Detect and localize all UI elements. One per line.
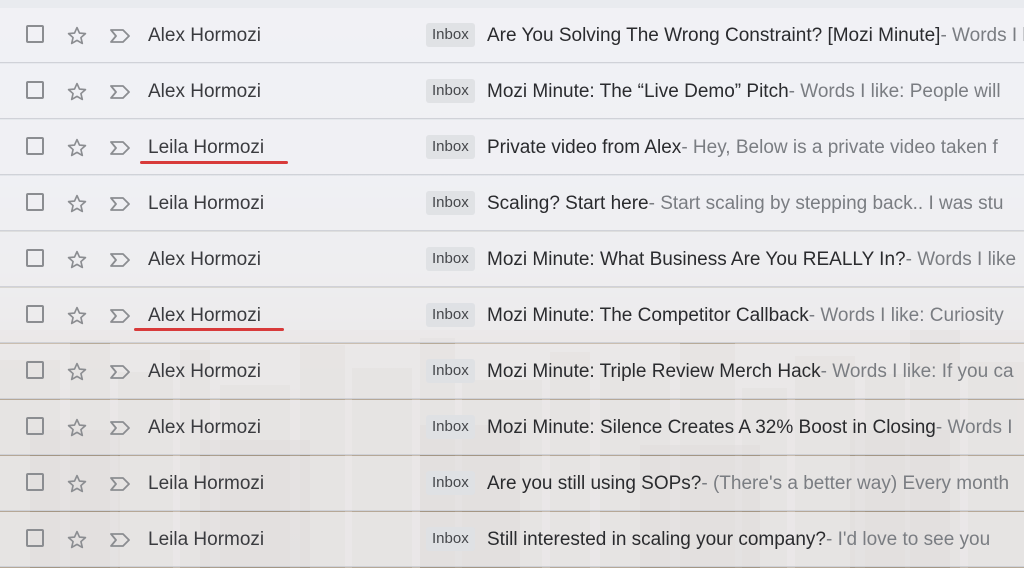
email-content: Private video from Alex - Hey, Below is …	[487, 120, 998, 174]
email-subject: Private video from Alex	[487, 136, 682, 158]
email-row[interactable]: Alex Hormozi Inbox Mozi Minute: The Comp…	[0, 288, 1024, 343]
inbox-label: Inbox	[426, 247, 475, 271]
email-snippet: - Words I like	[905, 248, 1017, 270]
email-subject: Mozi Minute: The “Live Demo” Pitch	[487, 80, 789, 102]
email-row[interactable]: Alex Hormozi Inbox Mozi Minute: Silence …	[0, 400, 1024, 455]
star-icon[interactable]	[64, 288, 90, 342]
email-row[interactable]: Alex Hormozi Inbox Are You Solving The W…	[0, 8, 1024, 63]
inbox-label: Inbox	[426, 527, 475, 551]
star-icon[interactable]	[64, 344, 90, 398]
importance-marker-icon[interactable]	[108, 400, 132, 454]
email-snippet: - Words I like: People will	[788, 80, 1001, 102]
importance-marker-icon[interactable]	[108, 64, 132, 118]
sender-name: Leila Hormozi	[148, 136, 265, 158]
email-row[interactable]: Alex Hormozi Inbox Mozi Minute: The “Liv…	[0, 64, 1024, 119]
checkbox-icon[interactable]	[26, 81, 44, 99]
email-row[interactable]: Alex Hormozi Inbox Mozi Minute: Triple R…	[0, 344, 1024, 399]
email-content: Mozi Minute: What Business Are You REALL…	[487, 232, 1017, 286]
checkbox-icon[interactable]	[26, 361, 44, 379]
sender-name: Alex Hormozi	[148, 24, 261, 46]
inbox-label: Inbox	[426, 415, 475, 439]
star-icon[interactable]	[64, 176, 90, 230]
email-snippet: - (There's a better way) Every month	[701, 472, 1010, 494]
annotation-underline	[134, 328, 284, 331]
email-content: Mozi Minute: Triple Review Merch Hack - …	[487, 344, 1014, 398]
importance-marker-icon[interactable]	[108, 344, 132, 398]
email-subject: Mozi Minute: The Competitor Callback	[487, 304, 809, 326]
email-row[interactable]: Leila Hormozi Inbox Private video from A…	[0, 120, 1024, 175]
email-content: Mozi Minute: The Competitor Callback - W…	[487, 288, 1004, 342]
email-row[interactable]: Leila Hormozi Inbox Are you still using …	[0, 456, 1024, 511]
importance-marker-icon[interactable]	[108, 232, 132, 286]
checkbox-icon[interactable]	[26, 249, 44, 267]
email-row[interactable]: Leila Hormozi Inbox Still interested in …	[0, 512, 1024, 567]
sender-name: Leila Hormozi	[148, 528, 265, 550]
checkbox-icon[interactable]	[26, 137, 44, 155]
inbox-label: Inbox	[426, 359, 475, 383]
importance-marker-icon[interactable]	[108, 120, 132, 174]
sender-name: Alex Hormozi	[148, 248, 261, 270]
importance-marker-icon[interactable]	[108, 512, 132, 566]
annotation-underline	[140, 161, 288, 164]
email-snippet: - Start scaling by stepping back.. I was…	[648, 192, 1004, 214]
sender-name: Alex Hormozi	[148, 360, 261, 382]
checkbox-icon[interactable]	[26, 473, 44, 491]
star-icon[interactable]	[64, 512, 90, 566]
star-icon[interactable]	[64, 400, 90, 454]
email-subject: Are you still using SOPs?	[487, 472, 702, 494]
email-content: Scaling? Start here - Start scaling by s…	[487, 176, 1004, 230]
email-content: Still interested in scaling your company…	[487, 512, 991, 566]
importance-marker-icon[interactable]	[108, 8, 132, 62]
checkbox-icon[interactable]	[26, 305, 44, 323]
email-snippet: - Words I like: Curiosity	[808, 304, 1004, 326]
email-subject: Mozi Minute: What Business Are You REALL…	[487, 248, 906, 270]
email-subject: Mozi Minute: Triple Review Merch Hack	[487, 360, 821, 382]
email-subject: Still interested in scaling your company…	[487, 528, 827, 550]
checkbox-icon[interactable]	[26, 417, 44, 435]
importance-marker-icon[interactable]	[108, 288, 132, 342]
star-icon[interactable]	[64, 8, 90, 62]
email-content: Mozi Minute: The “Live Demo” Pitch - Wor…	[487, 64, 1001, 118]
importance-marker-icon[interactable]	[108, 176, 132, 230]
inbox-label: Inbox	[426, 303, 475, 327]
sender-name: Alex Hormozi	[148, 304, 261, 326]
email-snippet: - Words I like: If you ca	[820, 360, 1014, 382]
email-list: Alex Hormozi Inbox Are You Solving The W…	[0, 0, 1024, 568]
inbox-label: Inbox	[426, 191, 475, 215]
sender-name: Leila Hormozi	[148, 192, 265, 214]
email-subject: Are You Solving The Wrong Constraint? [M…	[487, 24, 941, 46]
email-row[interactable]: Leila Hormozi Inbox Scaling? Start here …	[0, 176, 1024, 231]
email-content: Mozi Minute: Silence Creates A 32% Boost…	[487, 400, 1013, 454]
inbox-label: Inbox	[426, 135, 475, 159]
sender-name: Alex Hormozi	[148, 416, 261, 438]
star-icon[interactable]	[64, 232, 90, 286]
email-content: Are You Solving The Wrong Constraint? [M…	[487, 8, 1024, 62]
sender-name: Alex Hormozi	[148, 80, 261, 102]
email-snippet: - Hey, Below is a private video taken f	[681, 136, 998, 158]
inbox-label: Inbox	[426, 79, 475, 103]
checkbox-icon[interactable]	[26, 529, 44, 547]
sender-name: Leila Hormozi	[148, 472, 265, 494]
importance-marker-icon[interactable]	[108, 456, 132, 510]
email-row[interactable]: Alex Hormozi Inbox Mozi Minute: What Bus…	[0, 232, 1024, 287]
inbox-label: Inbox	[426, 23, 475, 47]
checkbox-icon[interactable]	[26, 25, 44, 43]
checkbox-icon[interactable]	[26, 193, 44, 211]
email-subject: Scaling? Start here	[487, 192, 649, 214]
email-subject: Mozi Minute: Silence Creates A 32% Boost…	[487, 416, 936, 438]
star-icon[interactable]	[64, 456, 90, 510]
inbox-label: Inbox	[426, 471, 475, 495]
star-icon[interactable]	[64, 120, 90, 174]
email-snippet: - Words I like	[940, 24, 1024, 46]
email-snippet: - Words I	[935, 416, 1013, 438]
star-icon[interactable]	[64, 64, 90, 118]
email-snippet: - I'd love to see you	[826, 528, 991, 550]
email-content: Are you still using SOPs? - (There's a b…	[487, 456, 1010, 510]
